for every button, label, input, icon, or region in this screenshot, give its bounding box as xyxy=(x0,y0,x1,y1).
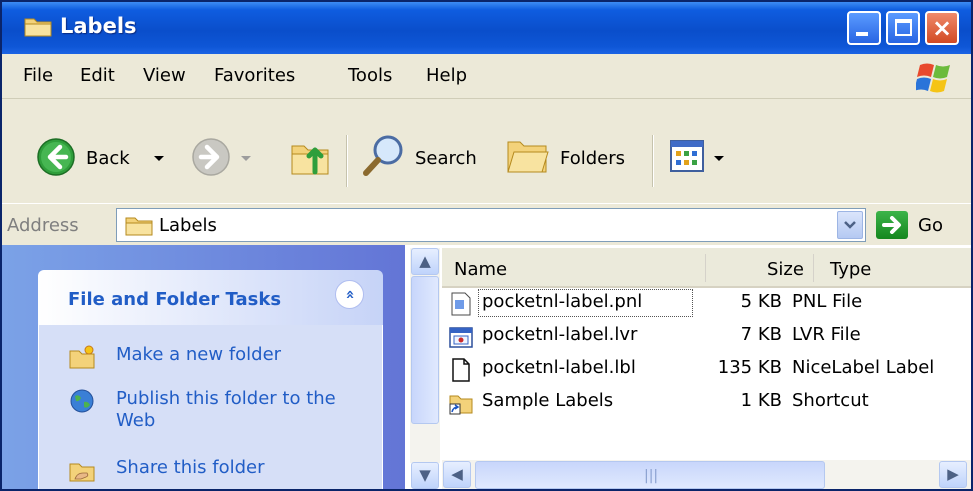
new-folder-icon xyxy=(69,345,95,369)
back-arrow-icon[interactable] xyxy=(36,137,76,177)
close-icon: × xyxy=(931,14,953,42)
views-icon[interactable] xyxy=(670,140,704,172)
folders-button[interactable]: Folders xyxy=(560,148,625,169)
horizontal-scrollbar[interactable]: ◀ ||| ▶ xyxy=(442,460,971,489)
globe-icon xyxy=(70,389,94,413)
task-pane: File and Folder Tasks » Make a new folde… xyxy=(2,245,405,489)
close-button[interactable]: × xyxy=(925,11,959,45)
address-input[interactable]: Labels xyxy=(116,208,866,242)
back-button[interactable]: Back xyxy=(86,148,130,169)
minimize-icon xyxy=(856,32,868,36)
explorer-window: Labels × File Edit View Favorites Tools … xyxy=(0,0,973,491)
task-panel-body: Make a new folder Publish this folder to… xyxy=(38,325,383,489)
forward-dropdown-icon[interactable] xyxy=(241,156,251,161)
column-size[interactable]: Size xyxy=(767,259,804,280)
task-publish-folder[interactable]: Publish this folder to the Web xyxy=(69,388,379,438)
search-icon[interactable] xyxy=(362,133,406,177)
arrow-up-icon: ▲ xyxy=(419,252,431,270)
chevron-down-icon xyxy=(844,221,856,229)
lvr-file-icon xyxy=(449,327,473,348)
address-value: Labels xyxy=(159,215,217,236)
folder-up-icon[interactable] xyxy=(289,134,333,178)
menu-help[interactable]: Help xyxy=(426,65,467,86)
toolbar-separator xyxy=(346,135,348,187)
menu-bar: File Edit View Favorites Tools Help xyxy=(2,54,971,99)
vertical-scrollbar[interactable]: ▲ ▼ xyxy=(410,248,440,489)
file-type: NiceLabel Label xyxy=(792,357,935,378)
folder-shortcut-icon xyxy=(449,395,473,415)
task-label: Share this folder xyxy=(116,457,265,478)
file-name: Sample Labels xyxy=(482,390,614,411)
file-size: 135 KB xyxy=(717,357,782,378)
arrow-right-icon: ▶ xyxy=(947,465,959,483)
column-type[interactable]: Type xyxy=(830,259,871,280)
folder-icon xyxy=(125,217,153,236)
collapse-button[interactable]: » xyxy=(335,280,364,309)
column-divider[interactable] xyxy=(705,254,706,282)
window-title: Labels xyxy=(60,14,137,38)
title-bar[interactable]: Labels × xyxy=(2,2,971,54)
task-label: Publish this folder to the Web xyxy=(116,388,336,431)
file-name: pocketnl-label.pnl xyxy=(482,291,643,312)
arrow-down-icon: ▼ xyxy=(419,466,431,484)
task-share-folder[interactable]: Share this folder xyxy=(69,457,379,487)
address-dropdown-button[interactable] xyxy=(837,211,863,239)
menu-favorites[interactable]: Favorites xyxy=(214,65,295,86)
task-label: Make a new folder xyxy=(116,344,282,365)
file-folder-tasks-panel: File and Folder Tasks » Make a new folde… xyxy=(38,270,383,489)
chevron-up-icon: » xyxy=(339,289,358,300)
generic-file-icon xyxy=(452,358,470,382)
standard-toolbar: Back Search Folders xyxy=(2,99,971,203)
share-folder-icon xyxy=(69,463,95,482)
task-panel-header[interactable]: File and Folder Tasks » xyxy=(38,270,383,325)
windows-logo-icon xyxy=(916,63,950,93)
scroll-down-button[interactable]: ▼ xyxy=(411,462,439,489)
go-arrow-icon xyxy=(882,216,901,234)
views-dropdown-icon[interactable] xyxy=(714,156,724,161)
folder-icon xyxy=(24,18,52,37)
file-row[interactable]: pocketnl-label.lbl 135 KB NiceLabel Labe… xyxy=(442,354,971,387)
address-bar: Address Labels Go xyxy=(2,203,971,245)
horizontal-scroll-thumb[interactable]: ||| xyxy=(475,461,825,489)
grip-icon: ||| xyxy=(644,468,659,484)
task-make-new-folder[interactable]: Make a new folder xyxy=(69,344,379,374)
file-row[interactable]: pocketnl-label.pnl 5 KB PNL File xyxy=(442,288,971,321)
file-size: 5 KB xyxy=(740,291,782,312)
search-button[interactable]: Search xyxy=(415,148,477,169)
arrow-left-icon: ◀ xyxy=(451,465,463,483)
file-size: 7 KB xyxy=(740,324,782,345)
toolbar-separator xyxy=(652,135,654,187)
menu-view[interactable]: View xyxy=(143,65,186,86)
maximize-button[interactable] xyxy=(886,11,920,45)
file-row[interactable]: pocketnl-label.lvr 7 KB LVR File xyxy=(442,321,971,354)
folders-icon[interactable] xyxy=(504,134,550,176)
file-list-pane: ▲ ▼ Name Size Type pocketnl-label.pnl 5 … xyxy=(405,245,971,489)
column-divider[interactable] xyxy=(813,254,814,282)
scroll-right-button[interactable]: ▶ xyxy=(939,461,967,488)
menu-file[interactable]: File xyxy=(23,65,53,86)
pnl-file-icon xyxy=(451,292,471,316)
maximize-icon xyxy=(895,19,912,36)
menu-tools[interactable]: Tools xyxy=(348,65,392,86)
file-row[interactable]: Sample Labels 1 KB Shortcut xyxy=(442,387,971,420)
menu-edit[interactable]: Edit xyxy=(80,65,115,86)
back-dropdown-icon[interactable] xyxy=(154,156,164,161)
file-type: LVR File xyxy=(792,324,861,345)
scroll-up-button[interactable]: ▲ xyxy=(411,248,439,275)
forward-arrow-icon[interactable] xyxy=(191,137,231,177)
file-type: Shortcut xyxy=(792,390,869,411)
task-panel-title: File and Folder Tasks xyxy=(68,289,282,310)
file-size: 1 KB xyxy=(740,390,782,411)
file-type: PNL File xyxy=(792,291,863,312)
file-name: pocketnl-label.lvr xyxy=(482,324,638,345)
minimize-button[interactable] xyxy=(847,11,881,45)
column-name[interactable]: Name xyxy=(454,259,507,280)
go-button[interactable] xyxy=(876,211,908,239)
column-header-row: Name Size Type xyxy=(442,248,971,288)
scroll-left-button[interactable]: ◀ xyxy=(443,461,471,488)
vertical-scroll-thumb[interactable] xyxy=(411,276,439,424)
address-label: Address xyxy=(7,215,79,236)
file-name: pocketnl-label.lbl xyxy=(482,357,636,378)
go-label[interactable]: Go xyxy=(918,215,943,236)
